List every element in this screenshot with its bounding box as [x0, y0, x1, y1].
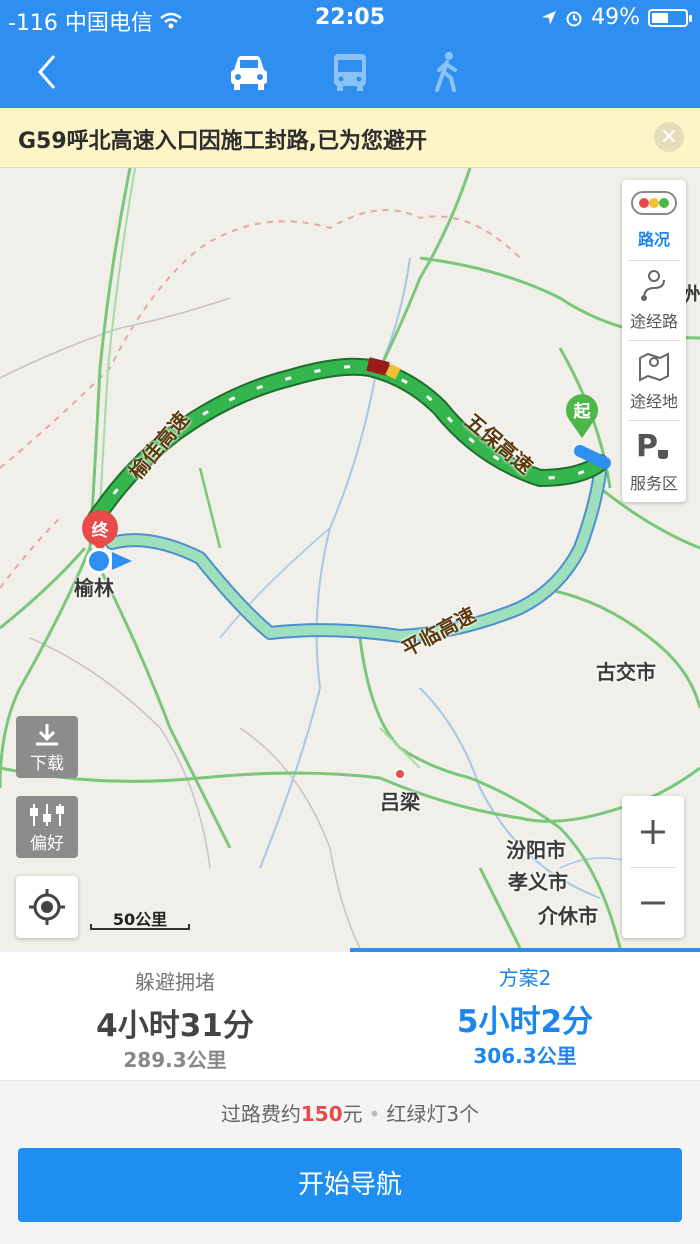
service-area-button[interactable]: P 服务区 — [622, 420, 686, 502]
locate-button[interactable] — [16, 876, 78, 938]
status-bar: -116 中国电信 22:05 49% — [0, 0, 700, 36]
via-place-button[interactable]: 途经地 — [622, 340, 686, 420]
zoom-control — [622, 796, 684, 938]
download-icon — [36, 724, 58, 746]
preference-button[interactable]: 偏好 — [16, 796, 78, 858]
via-place-icon — [639, 352, 669, 382]
alert-text: G59呼北高速入口因施工封路,已为您避开 — [18, 129, 428, 154]
back-button[interactable] — [28, 50, 68, 94]
sliders-icon — [30, 804, 64, 826]
battery-percent: 49% — [591, 5, 640, 30]
start-navigation-button[interactable]: 开始导航 — [18, 1148, 682, 1222]
place-label-xiaoyi: 孝义市 — [508, 870, 568, 894]
svg-text:P: P — [636, 429, 658, 462]
via-place-label: 途经地 — [629, 392, 678, 411]
route-name: 躲避拥堵 — [135, 970, 215, 994]
via-road-label: 途经路 — [629, 312, 678, 331]
route-tab-1[interactable]: 躲避拥堵 4小时31分 289.3公里 — [0, 948, 350, 1080]
alarm-icon — [566, 11, 582, 26]
end-marker-label: 终 — [91, 521, 109, 541]
map-scale: 50公里 — [90, 906, 190, 932]
via-road-icon — [641, 270, 665, 301]
download-label: 下载 — [30, 754, 64, 774]
zoom-in-button[interactable] — [639, 818, 667, 846]
toll-amount: 150 — [300, 1102, 343, 1126]
route-time: 5小时2分 — [456, 1004, 594, 1040]
start-marker-label: 起 — [573, 402, 591, 422]
place-label-lvliang: 吕梁 — [380, 790, 420, 814]
place-label-fenyang: 汾阳市 — [506, 838, 566, 862]
locate-icon — [29, 889, 65, 925]
walk-icon[interactable] — [424, 50, 470, 94]
route-tabs: 躲避拥堵 4小时31分 289.3公里 方案2 5小时2分 306.3公里 — [0, 948, 700, 1080]
toll-suffix: 元 — [342, 1102, 363, 1126]
car-icon[interactable] — [226, 50, 272, 94]
traffic-label: 路况 — [637, 230, 670, 249]
route-time: 4小时31分 — [96, 1008, 254, 1044]
route-distance: 289.3公里 — [123, 1048, 227, 1072]
via-road-button[interactable]: 途经路 — [622, 260, 686, 340]
bus-icon[interactable] — [327, 50, 373, 94]
route-distance: 306.3公里 — [473, 1044, 577, 1068]
traffic-lights-count: 红绿灯3个 — [386, 1102, 480, 1126]
route-name: 方案2 — [498, 966, 552, 990]
route-summary: 过路费约150元 • 红绿灯3个 — [0, 1080, 700, 1146]
current-location-icon — [86, 548, 132, 574]
map-side-panel: 路况 途经路 途经地 P 服务区 — [622, 180, 686, 502]
alert-banner: G59呼北高速入口因施工封路,已为您避开 ✕ — [0, 108, 700, 168]
parking-icon: P — [636, 429, 668, 462]
download-button[interactable]: 下载 — [16, 716, 78, 778]
place-label-jiexiu: 介休市 — [538, 904, 598, 928]
location-arrow-icon — [542, 10, 557, 25]
separator-dot: • — [368, 1102, 381, 1126]
preference-label: 偏好 — [30, 834, 64, 854]
service-area-label: 服务区 — [629, 474, 678, 493]
toll-prefix: 过路费约 — [220, 1102, 301, 1126]
battery-icon — [648, 8, 692, 27]
route-tab-2[interactable]: 方案2 5小时2分 306.3公里 — [350, 948, 700, 1080]
start-marker[interactable]: 起 — [562, 390, 602, 440]
nav-bar — [0, 36, 700, 108]
traffic-light-icon — [631, 191, 677, 215]
traffic-toggle[interactable]: 路况 — [622, 180, 686, 258]
place-label-gujiao: 古交市 — [596, 660, 656, 684]
close-icon[interactable]: ✕ — [654, 122, 684, 152]
place-label-yulin: 榆林 — [74, 576, 114, 600]
place-label-zhou: 州 — [684, 282, 700, 306]
zoom-out-button[interactable] — [639, 889, 667, 917]
map-view[interactable]: 榆林 吕梁 古交市 汾阳市 孝义市 介休市 州 榆佳高速 五保高速 平临高速 起… — [0, 168, 700, 948]
